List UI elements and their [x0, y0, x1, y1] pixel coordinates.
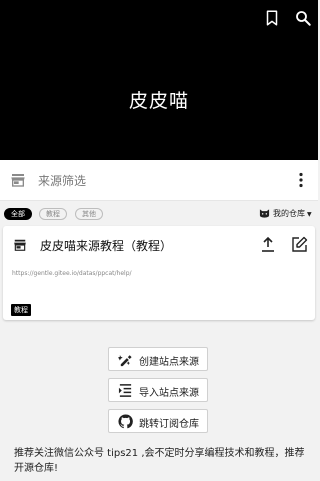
repo-dropdown[interactable]: 我的仓库 ▼ — [259, 207, 312, 221]
github-icon — [118, 414, 133, 429]
create-source-button[interactable]: 创建站点来源 — [108, 347, 208, 371]
app-header: 皮皮喵 — [0, 0, 318, 160]
chip-other[interactable]: 其他 — [75, 208, 103, 220]
chip-all[interactable]: 全部 — [4, 208, 32, 220]
chip-tutorial[interactable]: 教程 — [39, 208, 67, 220]
bookmark-icon[interactable] — [263, 9, 281, 27]
create-source-label: 创建站点来源 — [139, 357, 199, 368]
search-icon[interactable] — [294, 9, 312, 27]
source-title: 皮皮喵来源教程（教程） — [40, 239, 173, 253]
cat-icon — [259, 208, 270, 218]
goto-subscription-repo-label: 跳转订阅仓库 — [139, 419, 199, 430]
footer-note: 推荐关注微信公众号 tips21 ,会不定时分享编程技术和教程，推荐开源仓库! — [14, 448, 305, 474]
repo-label: 我的仓库 — [273, 209, 305, 218]
source-url[interactable]: https://gentle.gitee.io/datas/ppcat/help… — [12, 270, 132, 277]
store-icon — [13, 238, 27, 252]
chevron-down-icon: ▼ — [307, 211, 312, 218]
source-tag: 教程 — [11, 304, 31, 316]
category-chips: 全部 教程 其他 我的仓库 ▼ — [0, 203, 318, 225]
source-filter-input[interactable]: 来源筛选 — [38, 172, 86, 189]
source-card[interactable]: 皮皮喵来源教程（教程） https://gentle.gitee.io/data… — [3, 226, 315, 320]
more-vert-icon[interactable] — [293, 171, 309, 189]
import-source-button[interactable]: 导入站点来源 — [108, 378, 208, 402]
goto-subscription-repo-button[interactable]: 跳转订阅仓库 — [108, 409, 208, 433]
share-icon[interactable] — [260, 236, 276, 253]
store-icon — [10, 172, 26, 188]
import-icon — [118, 383, 133, 398]
edit-icon[interactable] — [291, 236, 308, 253]
create-icon — [118, 352, 133, 367]
page-title: 皮皮喵 — [128, 90, 189, 112]
import-source-label: 导入站点来源 — [139, 388, 199, 399]
source-filter-bar: 来源筛选 — [0, 160, 318, 201]
